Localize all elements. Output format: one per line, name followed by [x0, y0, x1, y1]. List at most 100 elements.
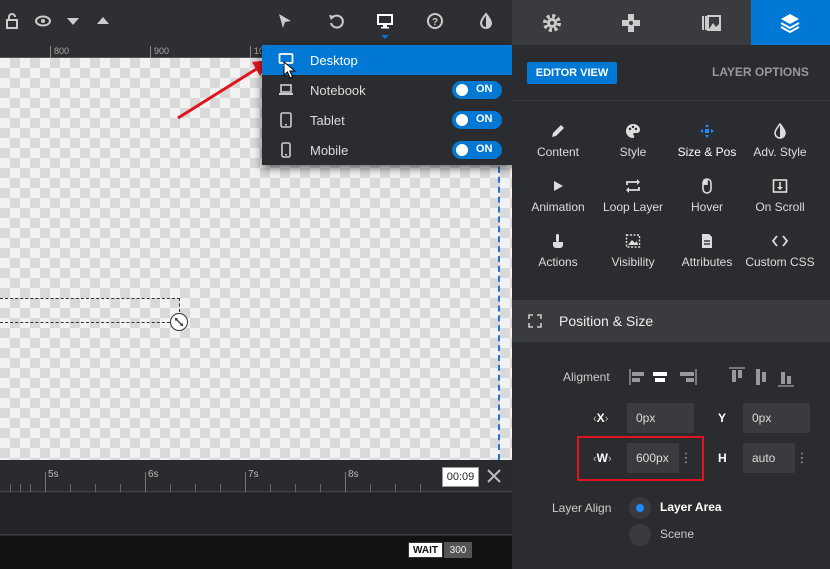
scene-label[interactable]: Scene	[660, 527, 694, 541]
gamepad-icon	[622, 13, 641, 32]
option-style[interactable]: Style	[596, 123, 670, 173]
option-label: Adv. Style	[753, 145, 807, 159]
layer-options-label[interactable]: LAYER OPTIONS	[712, 65, 809, 79]
option-label: Attributes	[681, 255, 733, 269]
ruler-label: 900	[150, 46, 169, 58]
tab-layers[interactable]	[750, 0, 830, 45]
option-label: On Scroll	[755, 200, 805, 214]
scene-radio[interactable]	[629, 524, 651, 546]
desktop-icon[interactable]	[372, 8, 398, 34]
cursor-icon[interactable]	[272, 8, 298, 34]
option-on-scroll[interactable]: On Scroll	[743, 178, 817, 228]
notebook-toggle[interactable]: ON	[452, 81, 502, 99]
editor-view-button[interactable]: EDITOR VIEW	[527, 62, 617, 84]
help-icon[interactable]: ?	[422, 8, 448, 34]
layer-outline[interactable]	[0, 298, 180, 323]
media-library-icon	[701, 14, 721, 31]
close-icon[interactable]	[486, 468, 502, 484]
mouse-icon	[702, 178, 712, 194]
option-label: Content	[536, 145, 580, 159]
timeline-ruler[interactable]: 5s 6s 7s 8s 00:09	[0, 460, 512, 492]
tab-media[interactable]	[671, 0, 751, 45]
tablet-toggle[interactable]: ON	[452, 111, 502, 129]
option-label: Visibility	[611, 255, 655, 269]
layer-area-radio[interactable]	[629, 497, 651, 519]
loop-icon	[626, 179, 640, 193]
x-position-input[interactable]: 0px	[627, 403, 694, 433]
arrow-up-icon[interactable]	[90, 8, 116, 34]
svg-text:?: ?	[432, 17, 438, 28]
visibility-icon	[625, 234, 641, 248]
option-size-pos[interactable]: Size & Pos	[670, 123, 744, 173]
contrast-icon[interactable]	[473, 8, 499, 34]
palette-icon	[626, 124, 640, 138]
tablet-icon	[280, 112, 292, 128]
current-time-display[interactable]: 00:09	[442, 467, 479, 487]
section-title: Position & Size	[559, 313, 654, 329]
align-vertical-icons[interactable]	[728, 366, 798, 388]
timeline-label: 8s	[348, 469, 359, 480]
layer-option-grid: Content Style Size & Pos Adv. Style Anim…	[512, 100, 830, 296]
options-panel: EDITOR VIEW LAYER OPTIONS Content Style …	[512, 0, 830, 569]
option-loop-layer[interactable]: Loop Layer	[596, 178, 670, 228]
option-animation[interactable]: Animation	[521, 178, 595, 228]
notebook-icon	[279, 84, 293, 95]
height-input[interactable]: auto	[743, 443, 795, 473]
panel-tabs	[512, 0, 830, 45]
option-label: Size & Pos	[677, 145, 737, 159]
x-axis-label: ‹X›	[593, 411, 609, 425]
option-custom-css[interactable]: Custom CSS	[743, 233, 817, 283]
option-visibility[interactable]: Visibility	[596, 233, 670, 283]
position-size-section-header[interactable]: Position & Size	[512, 300, 830, 342]
height-options-kebab-icon[interactable]: ⋮	[795, 443, 809, 473]
y-axis-label: Y	[718, 411, 727, 425]
option-actions[interactable]: Actions	[521, 233, 595, 283]
option-hover[interactable]: Hover	[670, 178, 744, 228]
option-label: Actions	[538, 255, 578, 269]
mobile-icon	[281, 142, 291, 158]
timeline-label: 5s	[48, 469, 59, 480]
resize-handle-icon[interactable]	[170, 313, 188, 331]
play-icon	[554, 181, 563, 191]
tab-settings[interactable]	[512, 0, 592, 45]
option-label: Hover	[690, 200, 723, 214]
pencil-icon	[552, 125, 564, 137]
option-label: Style	[619, 145, 647, 159]
tab-navigation[interactable]	[592, 0, 672, 45]
eye-icon[interactable]	[30, 8, 56, 34]
option-attributes[interactable]: Attributes	[670, 233, 744, 283]
scroll-icon	[772, 179, 788, 193]
device-item-tablet[interactable]: Tablet ON	[262, 105, 512, 135]
mobile-toggle[interactable]: ON	[452, 141, 502, 159]
timeline-label: 7s	[248, 469, 259, 480]
toggle-label: ON	[476, 143, 493, 155]
device-item-desktop[interactable]: Desktop	[262, 45, 512, 79]
align-horizontal-icons[interactable]	[628, 366, 698, 388]
alignment-label: Aligment	[563, 370, 610, 384]
toggle-label: ON	[476, 113, 493, 125]
arrow-down-icon[interactable]	[60, 8, 86, 34]
lock-icon[interactable]	[0, 8, 26, 34]
device-label: Notebook	[310, 83, 366, 98]
y-position-input[interactable]: 0px	[743, 403, 810, 433]
device-item-notebook[interactable]: Notebook ON	[262, 75, 512, 105]
timeline-label: 6s	[148, 469, 159, 480]
toggle-label: ON	[476, 83, 493, 95]
layer-area-label[interactable]: Layer Area	[660, 500, 722, 514]
wait-badge: WAIT	[408, 542, 443, 558]
ruler-label: 800	[50, 46, 69, 58]
device-label: Tablet	[310, 113, 345, 128]
layer-align-label: Layer Align	[552, 501, 612, 515]
top-toolbar: ?	[0, 0, 512, 44]
option-adv-style[interactable]: Adv. Style	[743, 123, 817, 173]
device-item-mobile[interactable]: Mobile ON	[262, 135, 512, 165]
layers-icon	[780, 13, 800, 33]
pointer-icon	[553, 234, 563, 248]
h-axis-label: H	[718, 451, 727, 465]
option-content[interactable]: Content	[521, 123, 595, 173]
expand-icon	[528, 314, 542, 328]
undo-icon[interactable]	[323, 8, 349, 34]
device-dropdown-menu: Desktop Notebook ON Tablet ON Mobile ON	[262, 44, 512, 165]
wait-value[interactable]: 300	[444, 542, 472, 558]
timeline-layer-row[interactable]	[0, 493, 512, 535]
